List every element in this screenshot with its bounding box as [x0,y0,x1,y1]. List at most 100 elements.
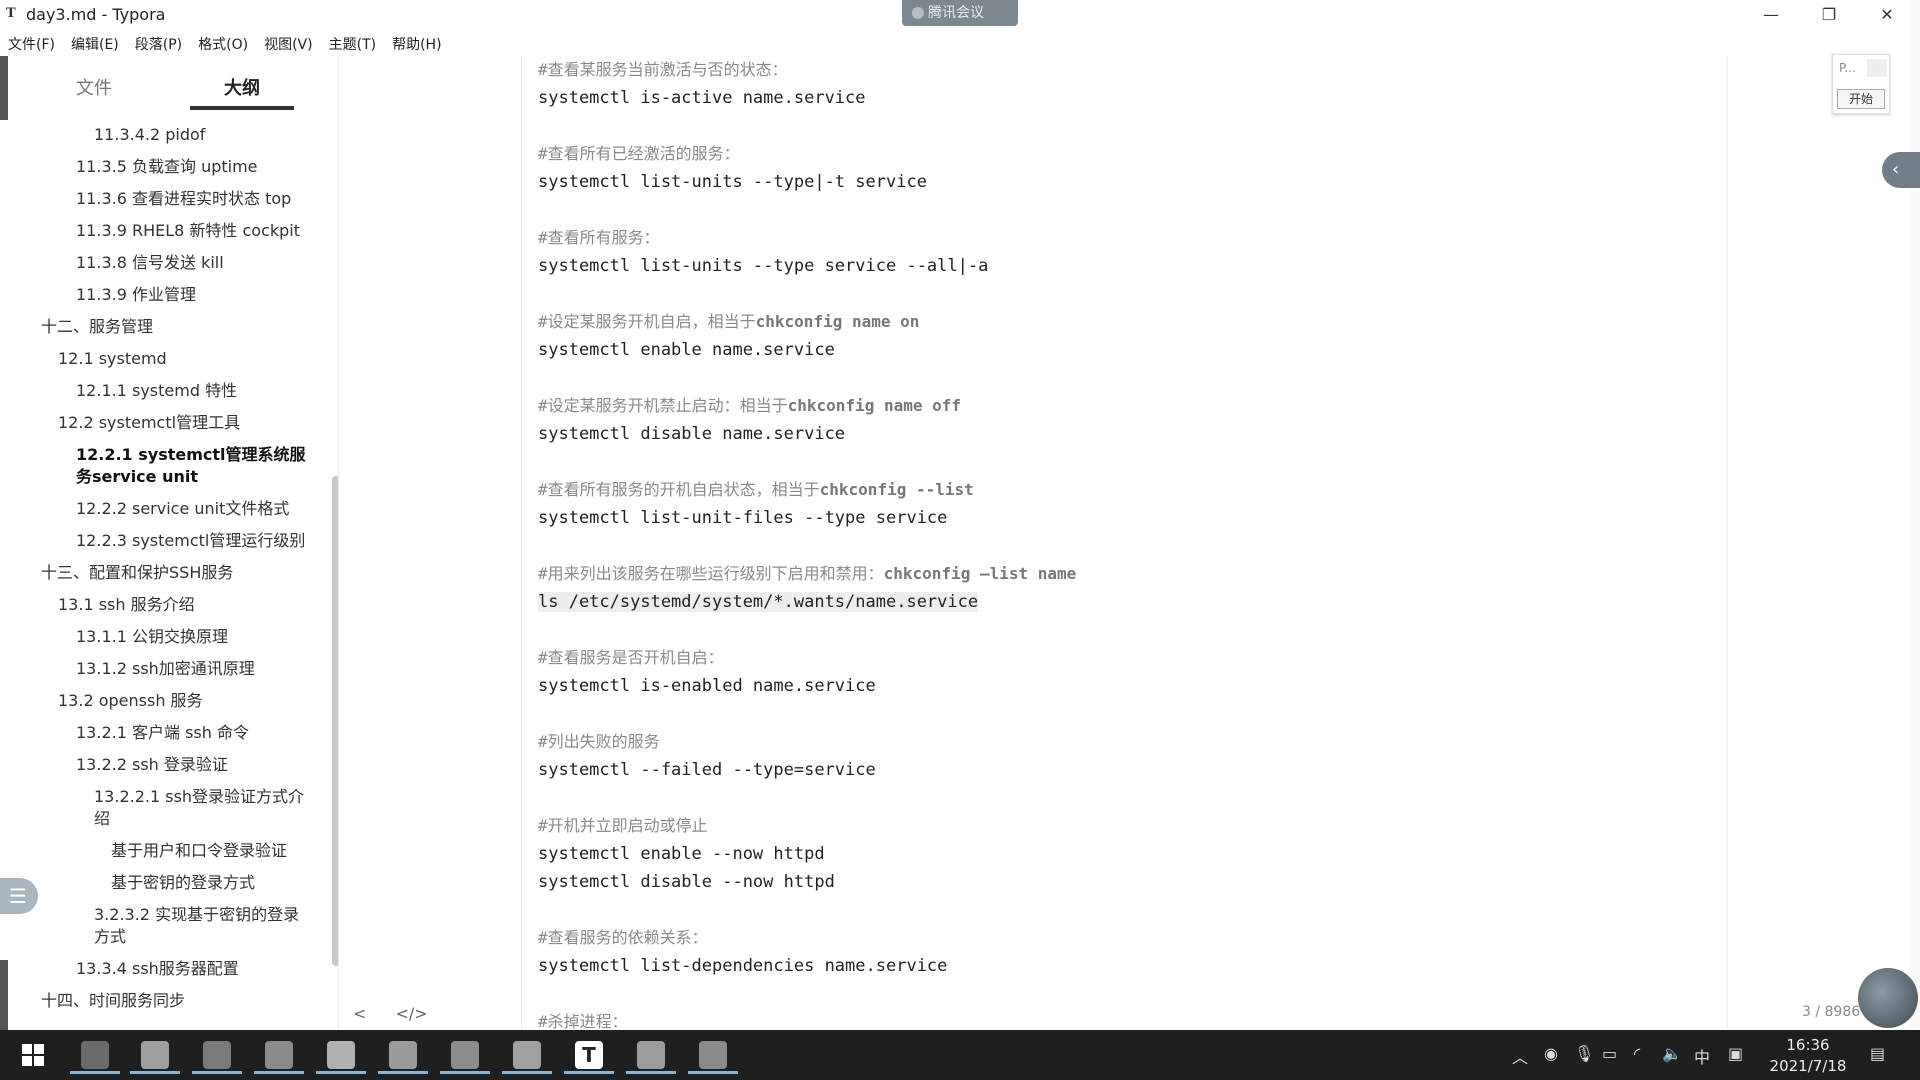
outline-item[interactable]: 十二、服务管理 [8,316,324,338]
code-line[interactable]: systemctl list-unit-files --type service [538,504,1738,532]
menu-help[interactable]: 帮助(H) [384,30,449,56]
comment-text: #查看服务的依赖关系： [538,928,708,947]
outline-item[interactable]: 11.3.9 作业管理 [8,284,324,306]
restore-button[interactable]: ❐ [1806,2,1852,28]
code-block[interactable]: #查看服务的依赖关系： systemctl list-dependencies n… [538,924,1738,980]
code-block[interactable]: #查看服务是否开机自启： systemctl is-enabled name.se… [538,644,1738,700]
outline-item[interactable]: 12.2.3 systemctl管理运行级别 [8,530,324,552]
typora-taskbar-icon[interactable]: T [564,1036,614,1074]
outline-item[interactable]: 13.1.2 ssh加密通讯原理 [8,658,324,680]
tab-files[interactable]: 文件 [76,74,112,100]
menu-paragraph[interactable]: 段落(P) [127,30,190,56]
folder-icon[interactable] [378,1036,428,1074]
menu-file[interactable]: 文件(F) [0,30,63,56]
outline-item[interactable]: 13.2.2.1 ssh登录验证方式介绍 [8,786,324,830]
wechat-icon[interactable] [192,1036,242,1074]
code-line[interactable]: ls /etc/systemd/system/*.wants/name.serv… [538,588,1738,616]
code-text: systemctl disable name.service [538,424,846,444]
word-count[interactable]: 3 / 8986 [1802,1004,1860,1020]
outline-item[interactable]: 11.3.8 信号发送 kill [8,252,324,274]
chrome-icon[interactable] [130,1036,180,1074]
file-explorer-icon[interactable] [70,1036,120,1074]
menu-format[interactable]: 格式(O) [190,30,256,56]
terminal-icon[interactable] [626,1036,676,1074]
windows-start-icon[interactable] [8,1036,58,1074]
outline-item[interactable]: 13.3.4 ssh服务器配置 [8,958,324,980]
code-line[interactable]: systemctl list-units --type service --al… [538,252,1738,280]
outline-item[interactable]: 基于密钥的登录方式 [8,872,324,894]
task-view-glyph [265,1041,293,1069]
outline-item[interactable]: 11.3.5 负载查询 uptime [8,156,324,178]
code-block[interactable]: #设定某服务开机禁止启动：相当于chkconfig name off system… [538,392,1738,448]
menu-edit[interactable]: 编辑(E) [63,30,127,56]
close-button[interactable]: ✕ [1864,2,1910,28]
ime-indicator[interactable]: 中 [1694,1044,1710,1068]
outline-item[interactable]: 12.1.1 systemd 特性 [8,380,324,402]
outline-item[interactable]: 基于用户和口令登录验证 [8,840,324,862]
menu-view[interactable]: 视图(V) [256,30,321,56]
outline-item[interactable]: 12.2.1 systemctl管理系统服务service unit [8,444,324,488]
microphone-icon[interactable]: 🎙 [1574,1044,1594,1063]
start-button[interactable]: 开始 [1837,89,1885,109]
avatar[interactable] [1858,968,1918,1028]
outline-item[interactable]: 3.2.3.2 实现基于密钥的登录方式 [8,904,324,948]
image-viewer-icon[interactable] [688,1036,738,1074]
tray-expand-icon[interactable]: ︿ [1512,1044,1528,1068]
code-block[interactable]: #查看所有服务： systemctl list-units --type serv… [538,224,1738,280]
clock-time[interactable]: 16:36 [1768,1036,1848,1054]
code-line[interactable]: systemctl list-dependencies name.service [538,952,1738,980]
code-line[interactable]: systemctl is-enabled name.service [538,672,1738,700]
clock-date[interactable]: 2021/7/18 [1762,1057,1854,1075]
code-line[interactable]: systemctl list-units --type|-t service [538,168,1738,196]
network-tool-icon[interactable] [440,1036,490,1074]
editor-footer-tools: < </> [353,1004,452,1023]
outline-item[interactable]: 11.3.6 查看进程实时状态 top [8,188,324,210]
code-line[interactable]: systemctl enable name.service [538,336,1738,364]
outline-toggle-icon[interactable]: ☰ [0,878,38,914]
minimize-button[interactable]: — [1748,2,1794,28]
outline-item[interactable]: 13.2 openssh 服务 [8,690,324,712]
task-view-icon[interactable] [254,1036,304,1074]
tray-app-icon[interactable]: ◉ [1544,1044,1558,1063]
menu-theme[interactable]: 主题(T) [321,30,384,56]
meeting-floating-tab[interactable]: 腾讯会议 [902,0,1018,26]
code-line[interactable]: systemctl enable --now httpd [538,840,1738,868]
baidu-netdisk-icon[interactable] [316,1036,366,1074]
outline-item[interactable]: 11.3.4.2 pidof [8,124,324,146]
code-block[interactable]: #列出失败的服务 systemctl --failed --type=servic… [538,728,1738,784]
code-block[interactable]: #用来列出该服务在哪些运行级别下启用和禁用：chkconfig –list na… [538,560,1738,616]
code-line[interactable]: systemctl disable name.service [538,420,1738,448]
outline-item[interactable]: 13.2.2 ssh 登录验证 [8,754,324,776]
tray-q-icon[interactable]: ▣ [1728,1044,1743,1063]
photos-icon[interactable] [502,1036,552,1074]
source-code-mode-icon[interactable]: </> [396,1004,428,1023]
code-block[interactable]: #查看某服务当前激活与否的状态： systemctl is-active name… [538,56,1738,112]
code-line[interactable]: systemctl is-active name.service [538,84,1738,112]
code-block[interactable]: #查看所有服务的开机自启状态，相当于chkconfig --list system… [538,476,1738,532]
outline-item[interactable]: 13.2.1 客户端 ssh 命令 [8,722,324,744]
tab-outline[interactable]: 大纲 [224,74,260,100]
network-icon[interactable]: ◜ [1634,1044,1640,1063]
battery-icon[interactable]: ▭ [1602,1044,1617,1063]
code-block[interactable]: #设定某服务开机自启，相当于chkconfig name on systemctl… [538,308,1738,364]
outline-item[interactable]: 12.2 systemctl管理工具 [8,412,324,434]
code-line[interactable]: systemctl disable --now httpd [538,868,1738,896]
outline-item[interactable]: 十四、时间服务同步 [8,990,324,1012]
outline-item[interactable]: 11.3.9 RHEL8 新特性 cockpit [8,220,324,242]
code-block[interactable]: #查看所有已经激活的服务： systemctl list-units --type… [538,140,1738,196]
outline-item[interactable]: 13.1.1 公钥交换原理 [8,626,324,648]
outline-item[interactable]: 12.2.2 service unit文件格式 [8,498,324,520]
toggle-sidebar-icon[interactable]: < [353,1004,366,1023]
outline-item[interactable]: 十三、配置和保护SSH服务 [8,562,324,584]
code-block[interactable]: #开机并立即启动或停止 systemctl enable --now httpd s… [538,812,1738,896]
notification-icon[interactable]: ▤ [1870,1044,1885,1063]
document-content[interactable]: #查看某服务当前激活与否的状态： systemctl is-active name… [538,56,1738,1064]
volume-icon[interactable]: 🔈 [1662,1044,1682,1063]
outline-item[interactable]: 12.1 systemd [8,348,324,370]
code-line[interactable]: systemctl --failed --type=service [538,756,1738,784]
code-text: systemctl disable --now httpd [538,872,835,892]
running-indicator [316,1071,366,1074]
outline-item[interactable]: 13.1 ssh 服务介绍 [8,594,324,616]
collapse-arrow-icon[interactable]: ‹ [1882,152,1920,188]
